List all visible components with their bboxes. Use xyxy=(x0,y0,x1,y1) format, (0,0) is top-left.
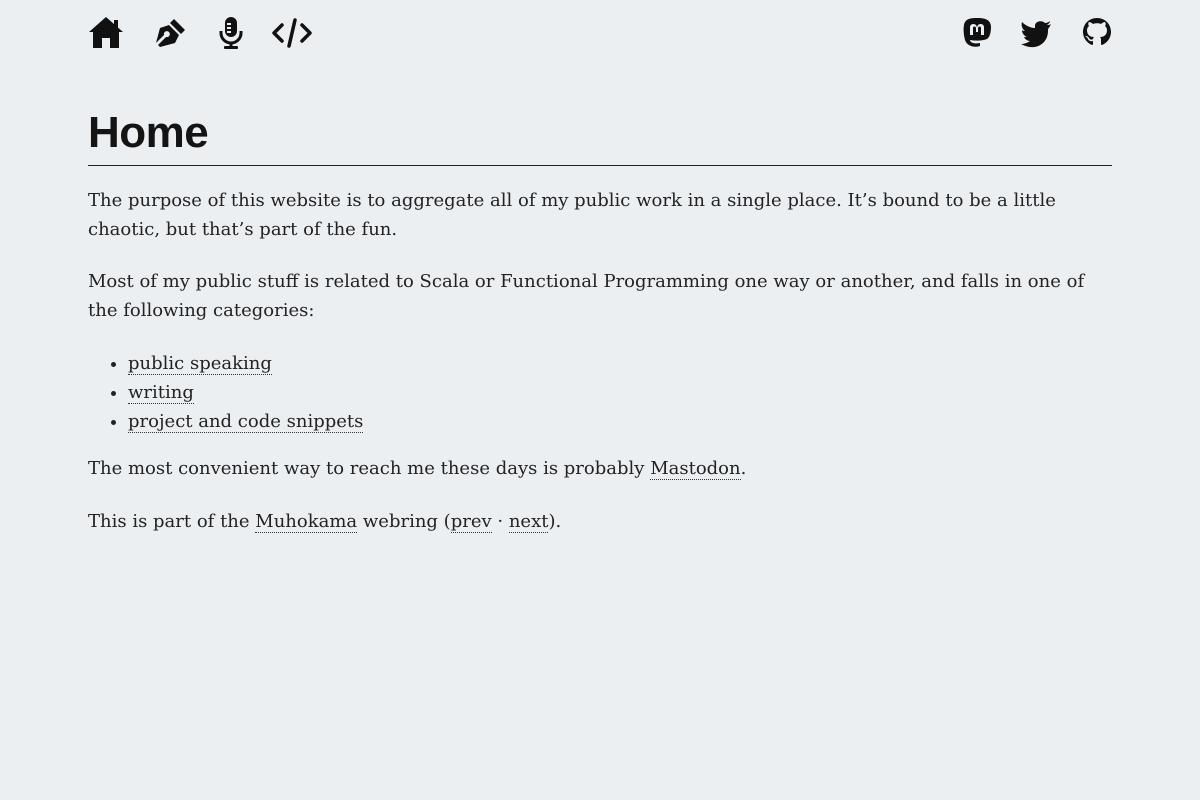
webring-next-link[interactable]: next xyxy=(508,511,549,533)
top-navigation xyxy=(88,0,1112,70)
home-icon[interactable] xyxy=(88,16,124,50)
main-content: The purpose of this website is to aggreg… xyxy=(88,186,1112,536)
webring-text: This is part of the xyxy=(88,511,256,532)
webring-separator: · xyxy=(491,511,509,532)
page-title: Home xyxy=(88,111,1112,166)
webring-prev-link[interactable]: prev xyxy=(450,511,492,533)
webring-paragraph: This is part of the Muhokama webring (pr… xyxy=(88,507,1112,536)
twitter-icon[interactable] xyxy=(1020,16,1052,50)
github-icon[interactable] xyxy=(1082,16,1112,50)
categories-intro-paragraph: Most of my public stuff is related to Sc… xyxy=(88,271,1085,321)
code-icon[interactable] xyxy=(272,16,312,50)
writing-link[interactable]: writing xyxy=(128,382,194,404)
nav-right xyxy=(962,16,1112,50)
projects-link[interactable]: project and code snippets xyxy=(128,411,364,433)
contact-end: . xyxy=(740,458,747,479)
intro-paragraph: The purpose of this website is to aggreg… xyxy=(88,190,1056,240)
page: Home The purpose of this website is to a… xyxy=(88,0,1112,536)
webring-end: ). xyxy=(548,511,562,532)
microphone-icon[interactable] xyxy=(218,16,244,50)
public-speaking-link[interactable]: public speaking xyxy=(128,353,272,375)
mastodon-link[interactable]: Mastodon xyxy=(650,458,741,480)
contact-paragraph: The most convenient way to reach me thes… xyxy=(88,454,1112,483)
nav-left xyxy=(88,16,312,50)
contact-text: The most convenient way to reach me thes… xyxy=(88,458,651,479)
categories-list: public speaking writing project and code… xyxy=(88,349,1112,436)
list-item: project and code snippets xyxy=(128,407,1112,436)
webring-text-middle: webring ( xyxy=(357,511,451,532)
list-item: public speaking xyxy=(128,349,1112,378)
webring-link[interactable]: Muhokama xyxy=(255,511,358,533)
pen-icon[interactable] xyxy=(154,16,188,50)
list-item: writing xyxy=(128,378,1112,407)
mastodon-icon[interactable] xyxy=(962,16,992,50)
